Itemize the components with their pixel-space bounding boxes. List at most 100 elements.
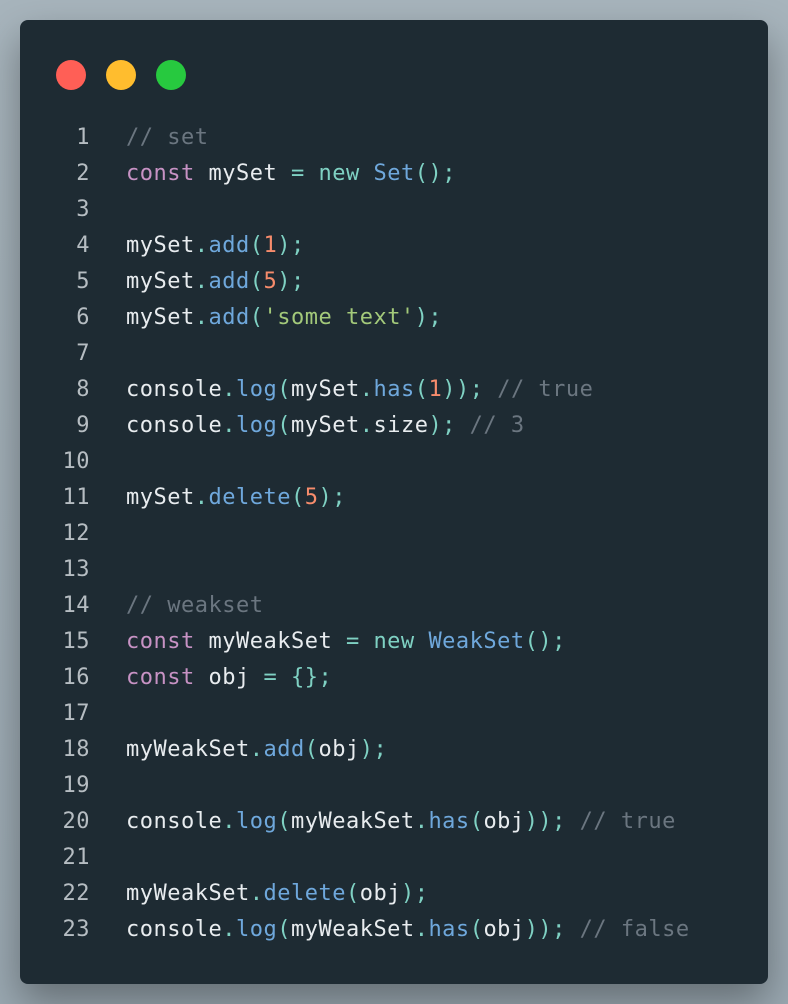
line-number: 9: [76, 413, 90, 438]
code-line: 2 const mySet = new Set();: [20, 156, 768, 192]
code-token: );: [428, 413, 456, 438]
code-token: myWeakSet: [290, 917, 415, 942]
code-token: 'some text': [263, 305, 415, 330]
close-dot-icon[interactable]: [56, 60, 86, 90]
line-content: mySet.delete(5);: [126, 480, 346, 516]
line-number: 13: [62, 557, 90, 582]
code-token: log: [235, 809, 278, 834]
line-number: 4: [76, 233, 90, 258]
code-token: .: [359, 377, 374, 402]
code-line: 5 mySet.add(5);: [20, 264, 768, 300]
code-token: (: [469, 917, 484, 942]
code-token: (: [304, 737, 319, 762]
code-token: const: [126, 629, 195, 654]
code-token: Set: [373, 161, 415, 186]
line-number: 10: [62, 449, 90, 474]
line-number: 19: [62, 773, 90, 798]
window-controls: [56, 60, 186, 90]
code-token: 1: [428, 377, 443, 402]
code-line: 20 console.log(myWeakSet.has(obj)); // tr…: [20, 804, 768, 840]
line-content: const obj = {};: [126, 660, 332, 696]
code-token: (: [277, 413, 291, 438]
line-number: 7: [76, 341, 90, 366]
code-token: =: [263, 665, 278, 690]
code-token: ();: [414, 161, 456, 186]
code-token: .: [194, 305, 209, 330]
code-token: .: [249, 737, 264, 762]
code-token: );: [359, 737, 388, 762]
code-token: log: [235, 413, 278, 438]
code-token: obj: [318, 737, 360, 762]
code-line: 15 const myWeakSet = new WeakSet();: [20, 624, 768, 660]
code-token: (: [277, 917, 291, 942]
line-number: 12: [62, 521, 90, 546]
code-token: 1: [263, 233, 278, 258]
code-token: (: [249, 269, 264, 294]
code-token: .: [414, 809, 429, 834]
code-line: 3: [20, 192, 768, 228]
line-content: mySet.add(1);: [126, 228, 305, 264]
code-line: 12: [20, 516, 768, 552]
code-token: (: [277, 377, 291, 402]
line-content: mySet.add('some text');: [126, 300, 442, 336]
code-token: myWeakSet: [126, 881, 250, 906]
maximize-dot-icon[interactable]: [156, 60, 186, 90]
code-line: 11 mySet.delete(5);: [20, 480, 768, 516]
code-token: =: [290, 161, 305, 186]
code-token: .: [222, 917, 236, 942]
code-line: 9 console.log(mySet.size); // 3: [20, 408, 768, 444]
code-token: mySet: [126, 269, 195, 294]
code-token: console: [126, 917, 223, 942]
code-token: // false: [565, 917, 690, 942]
code-token: mySet: [194, 161, 291, 186]
code-token: (: [249, 233, 264, 258]
code-token: myWeakSet: [126, 737, 250, 762]
code-line: 8 console.log(mySet.has(1)); // true: [20, 372, 768, 408]
code-window: 1 // set 2 const mySet = new Set(); 3 4 mySet.…: [20, 20, 768, 984]
code-token: // weakset: [126, 593, 264, 618]
code-token: (: [277, 809, 291, 834]
code-token: has: [373, 377, 415, 402]
line-number: 16: [62, 665, 90, 690]
code-token: console: [126, 377, 223, 402]
code-token: log: [235, 917, 278, 942]
line-number: 17: [62, 701, 90, 726]
code-token: // true: [565, 809, 676, 834]
line-content: console.log(myWeakSet.has(obj)); // fals…: [126, 912, 690, 948]
code-token: const: [126, 665, 195, 690]
line-content: console.log(mySet.size); // 3: [126, 408, 525, 444]
code-token: console: [126, 413, 223, 438]
line-number: 22: [62, 881, 90, 906]
line-content: // weakset: [126, 588, 263, 624]
code-token: );: [277, 269, 305, 294]
code-token: 5: [304, 485, 319, 510]
code-token: add: [208, 305, 250, 330]
code-token: .: [194, 233, 209, 258]
code-token: size: [373, 413, 429, 438]
line-content: const mySet = new Set();: [126, 156, 456, 192]
code-token: (: [249, 305, 264, 330]
line-number: 18: [62, 737, 90, 762]
code-token: const: [126, 161, 195, 186]
line-number: 11: [62, 485, 90, 510]
code-token: );: [277, 233, 305, 258]
line-number: 23: [62, 917, 90, 942]
code-token: (: [290, 485, 305, 510]
line-number: 3: [76, 197, 90, 222]
code-token: myWeakSet: [194, 629, 346, 654]
code-token: ));: [524, 809, 566, 834]
code-token: );: [414, 305, 443, 330]
line-content: myWeakSet.add(obj);: [126, 732, 387, 768]
code-token: new: [318, 161, 360, 186]
code-token: 5: [263, 269, 278, 294]
line-content: // set: [126, 120, 208, 156]
line-number: 8: [76, 377, 90, 402]
line-number: 14: [62, 593, 90, 618]
code-token: ();: [524, 629, 566, 654]
minimize-dot-icon[interactable]: [106, 60, 136, 90]
